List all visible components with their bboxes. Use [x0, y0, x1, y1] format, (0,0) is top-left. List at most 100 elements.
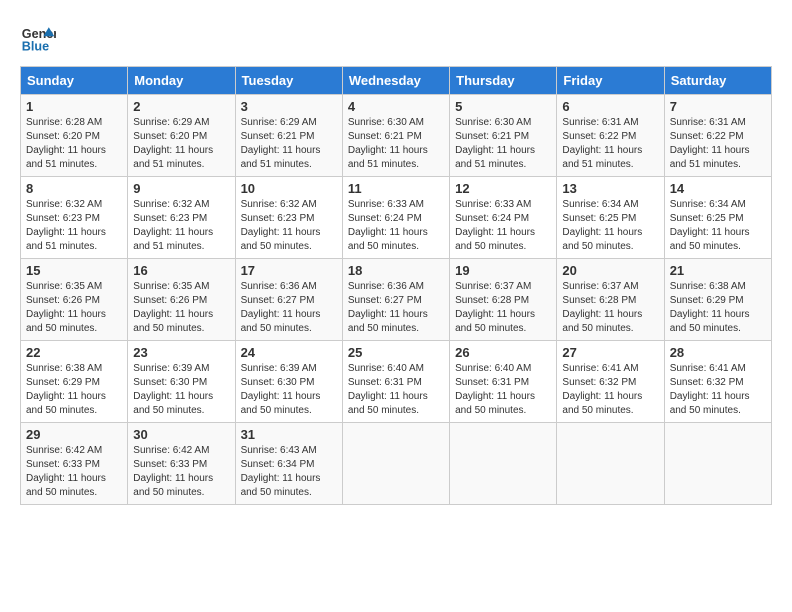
day-number: 26 [455, 345, 551, 360]
calendar-cell [450, 423, 557, 505]
calendar-cell: 29 Sunrise: 6:42 AM Sunset: 6:33 PM Dayli… [21, 423, 128, 505]
day-content: Sunrise: 6:33 AM Sunset: 6:24 PM Dayligh… [455, 198, 551, 254]
calendar-week-5: 29 Sunrise: 6:42 AM Sunset: 6:33 PM Dayli… [21, 423, 772, 505]
day-content: Sunrise: 6:43 AM Sunset: 6:34 PM Dayligh… [241, 444, 337, 500]
day-content: Sunrise: 6:42 AM Sunset: 6:33 PM Dayligh… [133, 444, 229, 500]
day-content: Sunrise: 6:38 AM Sunset: 6:29 PM Dayligh… [670, 280, 766, 336]
day-number: 29 [26, 427, 122, 442]
day-number: 21 [670, 263, 766, 278]
day-content: Sunrise: 6:36 AM Sunset: 6:27 PM Dayligh… [241, 280, 337, 336]
calendar-cell: 22Sunrise: 6:38 AM Sunset: 6:29 PM Dayli… [21, 341, 128, 423]
day-number: 31 [241, 427, 337, 442]
calendar-cell: 3 Sunrise: 6:29 AM Sunset: 6:21 PM Daylig… [235, 95, 342, 177]
calendar-week-3: 15 Sunrise: 6:35 AM Sunset: 6:26 PM Dayli… [21, 259, 772, 341]
calendar-cell: 19 Sunrise: 6:37 AM Sunset: 6:28 PM Dayli… [450, 259, 557, 341]
calendar-cell [342, 423, 449, 505]
calendar-cell: 10 Sunrise: 6:32 AM Sunset: 6:23 PM Dayli… [235, 177, 342, 259]
calendar-cell: 5 Sunrise: 6:30 AM Sunset: 6:21 PM Daylig… [450, 95, 557, 177]
day-content: Sunrise: 6:32 AM Sunset: 6:23 PM Dayligh… [133, 198, 229, 254]
calendar-cell: 28 Sunrise: 6:41 AM Sunset: 6:32 PM Dayli… [664, 341, 771, 423]
day-number: 15 [26, 263, 122, 278]
header-row: SundayMondayTuesdayWednesdayThursdayFrid… [21, 67, 772, 95]
day-content: Sunrise: 6:42 AM Sunset: 6:33 PM Dayligh… [26, 444, 122, 500]
day-number: 19 [455, 263, 551, 278]
calendar-cell: 11Sunrise: 6:33 AM Sunset: 6:24 PM Dayli… [342, 177, 449, 259]
day-content: Sunrise: 6:32 AM Sunset: 6:23 PM Dayligh… [26, 198, 122, 254]
day-content: Sunrise: 6:41 AM Sunset: 6:32 PM Dayligh… [562, 362, 658, 418]
logo-icon: General Blue [20, 20, 56, 56]
day-content: Sunrise: 6:34 AM Sunset: 6:25 PM Dayligh… [670, 198, 766, 254]
calendar-cell: 27 Sunrise: 6:41 AM Sunset: 6:32 PM Dayli… [557, 341, 664, 423]
day-number: 24 [241, 345, 337, 360]
day-number: 13 [562, 181, 658, 196]
day-number: 6 [562, 99, 658, 114]
calendar-cell: 12 Sunrise: 6:33 AM Sunset: 6:24 PM Dayli… [450, 177, 557, 259]
calendar-week-1: 1 Sunrise: 6:28 AM Sunset: 6:20 PM Daylig… [21, 95, 772, 177]
day-content: Sunrise: 6:37 AM Sunset: 6:28 PM Dayligh… [562, 280, 658, 336]
day-content: Sunrise: 6:37 AM Sunset: 6:28 PM Dayligh… [455, 280, 551, 336]
logo: General Blue [20, 20, 56, 56]
header-cell-friday: Friday [557, 67, 664, 95]
day-content: Sunrise: 6:40 AM Sunset: 6:31 PM Dayligh… [455, 362, 551, 418]
header-cell-wednesday: Wednesday [342, 67, 449, 95]
day-content: Sunrise: 6:35 AM Sunset: 6:26 PM Dayligh… [26, 280, 122, 336]
calendar-cell: 2 Sunrise: 6:29 AM Sunset: 6:20 PM Daylig… [128, 95, 235, 177]
day-number: 1 [26, 99, 122, 114]
day-number: 10 [241, 181, 337, 196]
calendar-cell: 16Sunrise: 6:35 AM Sunset: 6:26 PM Dayli… [128, 259, 235, 341]
calendar-cell: 21 Sunrise: 6:38 AM Sunset: 6:29 PM Dayli… [664, 259, 771, 341]
day-number: 7 [670, 99, 766, 114]
day-number: 8 [26, 181, 122, 196]
day-number: 12 [455, 181, 551, 196]
calendar-week-4: 22Sunrise: 6:38 AM Sunset: 6:29 PM Dayli… [21, 341, 772, 423]
day-number: 5 [455, 99, 551, 114]
calendar-cell: 24 Sunrise: 6:39 AM Sunset: 6:30 PM Dayli… [235, 341, 342, 423]
day-number: 3 [241, 99, 337, 114]
calendar-cell: 8 Sunrise: 6:32 AM Sunset: 6:23 PM Daylig… [21, 177, 128, 259]
day-content: Sunrise: 6:29 AM Sunset: 6:20 PM Dayligh… [133, 116, 229, 172]
day-content: Sunrise: 6:29 AM Sunset: 6:21 PM Dayligh… [241, 116, 337, 172]
svg-text:Blue: Blue [22, 40, 49, 54]
page-header: General Blue [20, 20, 772, 56]
calendar-cell: 26 Sunrise: 6:40 AM Sunset: 6:31 PM Dayli… [450, 341, 557, 423]
calendar-cell: 6Sunrise: 6:31 AM Sunset: 6:22 PM Daylig… [557, 95, 664, 177]
calendar-cell: 9 Sunrise: 6:32 AM Sunset: 6:23 PM Daylig… [128, 177, 235, 259]
calendar-cell: 4 Sunrise: 6:30 AM Sunset: 6:21 PM Daylig… [342, 95, 449, 177]
day-content: Sunrise: 6:30 AM Sunset: 6:21 PM Dayligh… [455, 116, 551, 172]
calendar-cell: 17Sunrise: 6:36 AM Sunset: 6:27 PM Dayli… [235, 259, 342, 341]
header-cell-tuesday: Tuesday [235, 67, 342, 95]
day-number: 20 [562, 263, 658, 278]
day-number: 16 [133, 263, 229, 278]
day-number: 14 [670, 181, 766, 196]
day-content: Sunrise: 6:39 AM Sunset: 6:30 PM Dayligh… [241, 362, 337, 418]
calendar-cell: 1 Sunrise: 6:28 AM Sunset: 6:20 PM Daylig… [21, 95, 128, 177]
day-number: 28 [670, 345, 766, 360]
day-content: Sunrise: 6:31 AM Sunset: 6:22 PM Dayligh… [670, 116, 766, 172]
day-number: 25 [348, 345, 444, 360]
calendar-cell: 13 Sunrise: 6:34 AM Sunset: 6:25 PM Dayli… [557, 177, 664, 259]
header-cell-thursday: Thursday [450, 67, 557, 95]
day-number: 4 [348, 99, 444, 114]
day-content: Sunrise: 6:41 AM Sunset: 6:32 PM Dayligh… [670, 362, 766, 418]
calendar-cell: 7 Sunrise: 6:31 AM Sunset: 6:22 PM Daylig… [664, 95, 771, 177]
day-number: 23 [133, 345, 229, 360]
day-number: 30 [133, 427, 229, 442]
day-content: Sunrise: 6:32 AM Sunset: 6:23 PM Dayligh… [241, 198, 337, 254]
calendar-week-2: 8 Sunrise: 6:32 AM Sunset: 6:23 PM Daylig… [21, 177, 772, 259]
day-content: Sunrise: 6:36 AM Sunset: 6:27 PM Dayligh… [348, 280, 444, 336]
day-number: 27 [562, 345, 658, 360]
day-content: Sunrise: 6:30 AM Sunset: 6:21 PM Dayligh… [348, 116, 444, 172]
day-number: 11 [348, 181, 444, 196]
day-content: Sunrise: 6:38 AM Sunset: 6:29 PM Dayligh… [26, 362, 122, 418]
day-content: Sunrise: 6:28 AM Sunset: 6:20 PM Dayligh… [26, 116, 122, 172]
day-number: 2 [133, 99, 229, 114]
day-number: 9 [133, 181, 229, 196]
day-content: Sunrise: 6:34 AM Sunset: 6:25 PM Dayligh… [562, 198, 658, 254]
calendar-cell: 30 Sunrise: 6:42 AM Sunset: 6:33 PM Dayli… [128, 423, 235, 505]
calendar-cell: 15 Sunrise: 6:35 AM Sunset: 6:26 PM Dayli… [21, 259, 128, 341]
calendar-cell: 23 Sunrise: 6:39 AM Sunset: 6:30 PM Dayli… [128, 341, 235, 423]
calendar-cell: 25Sunrise: 6:40 AM Sunset: 6:31 PM Dayli… [342, 341, 449, 423]
header-cell-monday: Monday [128, 67, 235, 95]
calendar-cell: 20 Sunrise: 6:37 AM Sunset: 6:28 PM Dayli… [557, 259, 664, 341]
day-content: Sunrise: 6:39 AM Sunset: 6:30 PM Dayligh… [133, 362, 229, 418]
